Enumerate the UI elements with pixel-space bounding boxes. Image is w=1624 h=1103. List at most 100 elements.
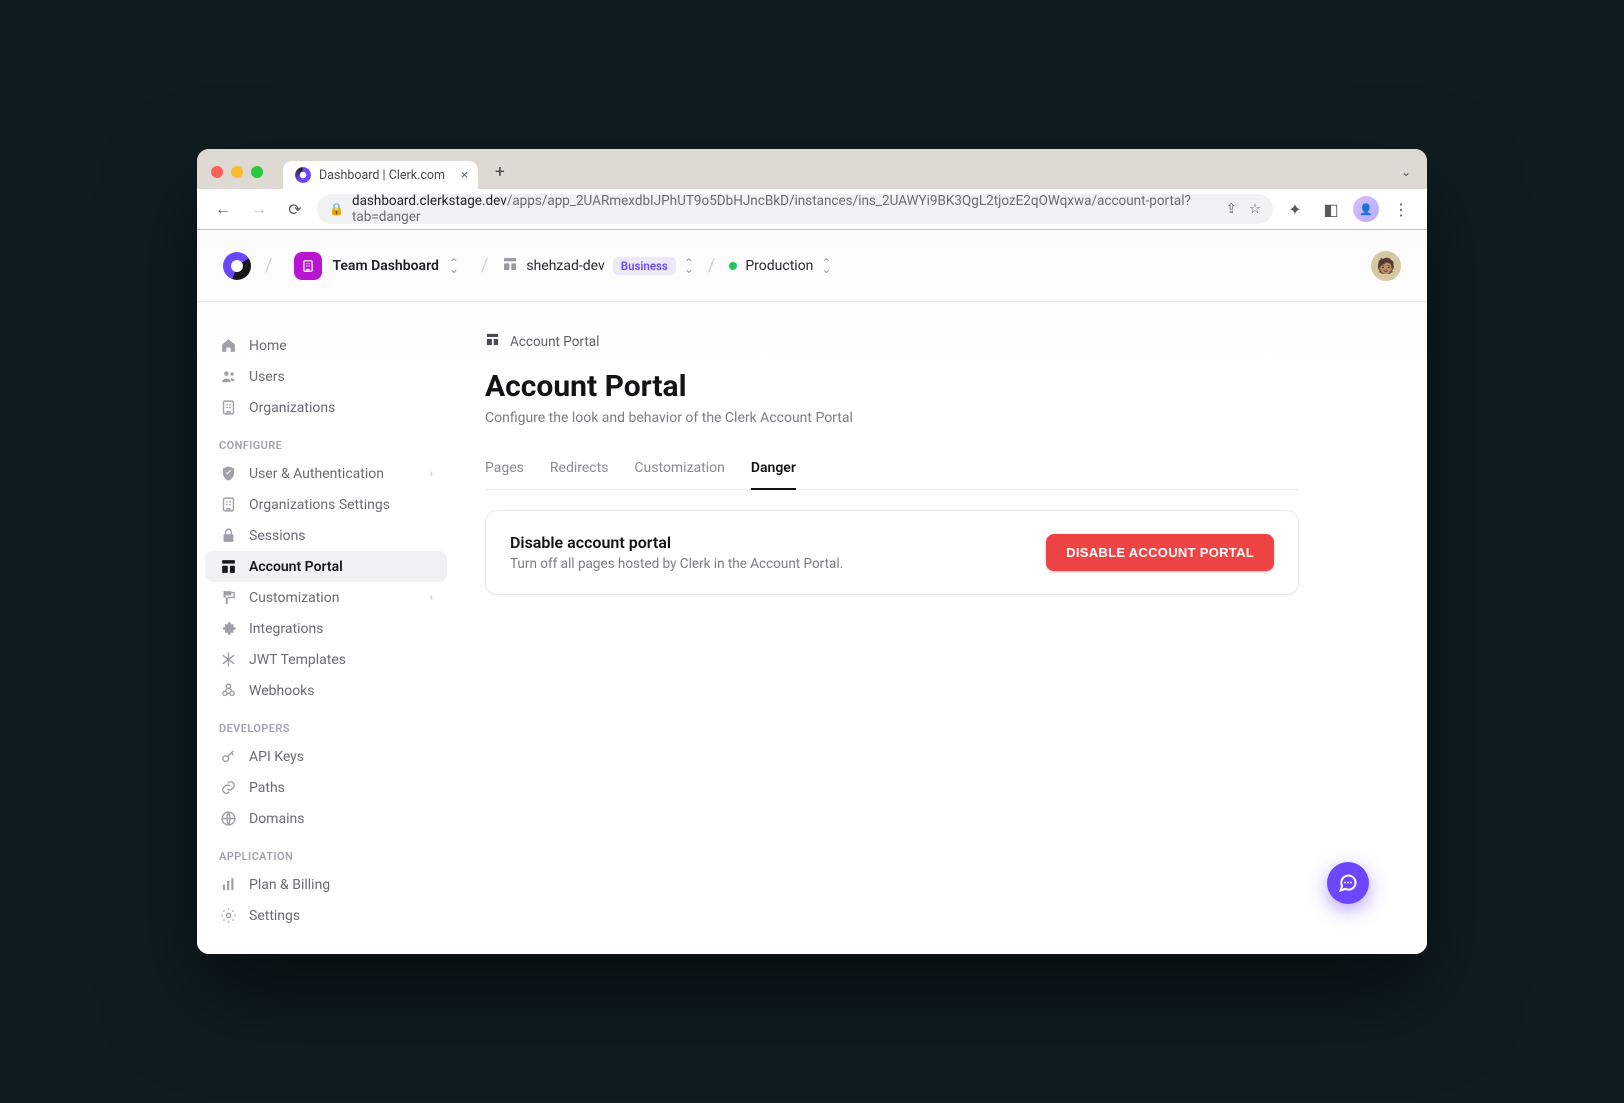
layout-icon (485, 332, 500, 351)
sidebar-item-organizations-settings[interactable]: Organizations Settings (205, 489, 447, 520)
sidebar-item-label: Customization (249, 590, 339, 606)
sidebar-item-label: Webhooks (249, 683, 315, 699)
profile-button[interactable]: 👤 (1353, 196, 1379, 222)
address-bar[interactable]: 🔒 dashboard.clerkstage.dev/apps/app_2UAR… (317, 194, 1273, 224)
sidebar-item-label: Integrations (249, 621, 323, 637)
sidebar-item-sessions[interactable]: Sessions (205, 520, 447, 551)
layout-icon (502, 256, 518, 276)
plan-badge: Business (613, 257, 676, 275)
sidebar-item-label: Sessions (249, 528, 306, 544)
sidebar-item-api-keys[interactable]: API Keys (205, 741, 447, 772)
chevron-right-icon: › (430, 591, 433, 604)
app-name: shehzad-dev (526, 258, 604, 274)
sidebar-item-label: Plan & Billing (249, 877, 330, 893)
sidebar-item-paths[interactable]: Paths (205, 772, 447, 803)
bookmark-icon[interactable]: ☆ (1249, 201, 1261, 217)
sidepanel-button[interactable]: ◧ (1317, 195, 1345, 223)
tab-strip: Dashboard | Clerk.com × + ⌄ (197, 149, 1427, 189)
url-host: dashboard.clerkstage.dev (352, 193, 507, 209)
sidebar-item-label: User & Authentication (249, 466, 384, 482)
card-description: Turn off all pages hosted by Clerk in th… (510, 556, 843, 572)
lock-icon (219, 527, 237, 544)
sidebar-item-label: Organizations (249, 400, 335, 416)
chevron-right-icon: › (430, 467, 433, 480)
key-icon (219, 748, 237, 765)
forward-button[interactable]: → (245, 195, 273, 223)
tab-redirects[interactable]: Redirects (550, 460, 609, 489)
disable-account-portal-button[interactable]: Disable Account Portal (1046, 534, 1274, 571)
minimize-window-button[interactable] (231, 166, 243, 178)
maximize-window-button[interactable] (251, 166, 263, 178)
snow-icon (219, 651, 237, 668)
sidebar: Home Users Organizations Configure User … (197, 302, 459, 954)
sidebar-item-label: Users (249, 369, 285, 385)
shield-icon (219, 465, 237, 482)
puzzle-icon (219, 620, 237, 637)
breadcrumb-slash: / (708, 255, 715, 276)
team-switcher[interactable]: Team Dashboard ⌃⌄ (286, 248, 466, 284)
user-avatar-button[interactable]: 🧑🏽 (1371, 251, 1401, 281)
environment-switcher[interactable]: Production ⌃⌄ (729, 258, 831, 274)
tab-overflow-button[interactable]: ⌄ (1401, 165, 1411, 179)
sidebar-item-user-authentication[interactable]: User & Authentication › (205, 458, 447, 489)
paint-icon (219, 589, 237, 606)
kebab-menu-button[interactable]: ⋮ (1387, 195, 1415, 223)
breadcrumb-slash: / (481, 255, 488, 276)
sidebar-item-home[interactable]: Home (205, 330, 447, 361)
team-badge-icon (294, 252, 322, 280)
sidebar-item-account-portal[interactable]: Account Portal (205, 551, 447, 582)
tab-pages[interactable]: Pages (485, 460, 524, 489)
content: Account Portal Account Portal Configure … (459, 302, 1339, 954)
sidebar-item-users[interactable]: Users (205, 361, 447, 392)
billing-icon (219, 876, 237, 893)
sidebar-item-label: API Keys (249, 749, 304, 765)
sidebar-section-application: Application (205, 834, 447, 869)
sidebar-section-developers: Developers (205, 706, 447, 741)
chat-fab-button[interactable] (1327, 862, 1369, 904)
sidebar-section-configure: Configure (205, 423, 447, 458)
sidebar-item-plan-billing[interactable]: Plan & Billing (205, 869, 447, 900)
sidebar-item-organizations[interactable]: Organizations (205, 392, 447, 423)
share-icon[interactable]: ⇪ (1226, 201, 1237, 217)
sidebar-item-settings[interactable]: Settings (205, 900, 447, 931)
browser-toolbar: ← → ⟳ 🔒 dashboard.clerkstage.dev/apps/ap… (197, 189, 1427, 229)
globe-icon (219, 810, 237, 827)
tab-customization[interactable]: Customization (634, 460, 724, 489)
users-icon (219, 368, 237, 385)
page-title: Account Portal (485, 369, 1299, 404)
org-icon (219, 399, 237, 416)
card-text: Disable account portal Turn off all page… (510, 533, 843, 572)
sidebar-item-domains[interactable]: Domains (205, 803, 447, 834)
extensions-button[interactable]: ✦ (1281, 195, 1309, 223)
window-controls (211, 166, 263, 178)
browser-window: Dashboard | Clerk.com × + ⌄ ← → ⟳ 🔒 dash… (197, 149, 1427, 954)
layout-icon (219, 558, 237, 575)
close-tab-button[interactable]: × (461, 168, 468, 183)
sidebar-item-webhooks[interactable]: Webhooks (205, 675, 447, 706)
app-body: Home Users Organizations Configure User … (197, 302, 1427, 954)
sidebar-item-integrations[interactable]: Integrations (205, 613, 447, 644)
team-name: Team Dashboard (332, 258, 438, 274)
tab-title: Dashboard | Clerk.com (319, 168, 445, 183)
clerk-logo-icon[interactable] (223, 252, 251, 280)
status-dot-icon (729, 262, 737, 270)
hook-icon (219, 682, 237, 699)
app-switcher[interactable]: shehzad-dev Business ⌃⌄ (502, 256, 694, 276)
sidebar-item-customization[interactable]: Customization › (205, 582, 447, 613)
tab-danger[interactable]: Danger (751, 460, 796, 490)
updown-icon: ⌃⌄ (449, 260, 459, 272)
back-button[interactable]: ← (209, 195, 237, 223)
tab-bar: Pages Redirects Customization Danger (485, 460, 1299, 490)
card-title: Disable account portal (510, 533, 843, 552)
gear-icon (219, 907, 237, 924)
new-tab-button[interactable]: + (486, 158, 514, 186)
home-icon (219, 337, 237, 354)
sidebar-item-jwt-templates[interactable]: JWT Templates (205, 644, 447, 675)
breadcrumb-slash: / (265, 255, 272, 276)
clerk-favicon-icon (295, 167, 311, 183)
reload-button[interactable]: ⟳ (281, 195, 309, 223)
close-window-button[interactable] (211, 166, 223, 178)
browser-tab[interactable]: Dashboard | Clerk.com × (283, 161, 478, 189)
page-subtitle: Configure the look and behavior of the C… (485, 410, 1299, 426)
breadcrumb-label: Account Portal (510, 334, 599, 350)
